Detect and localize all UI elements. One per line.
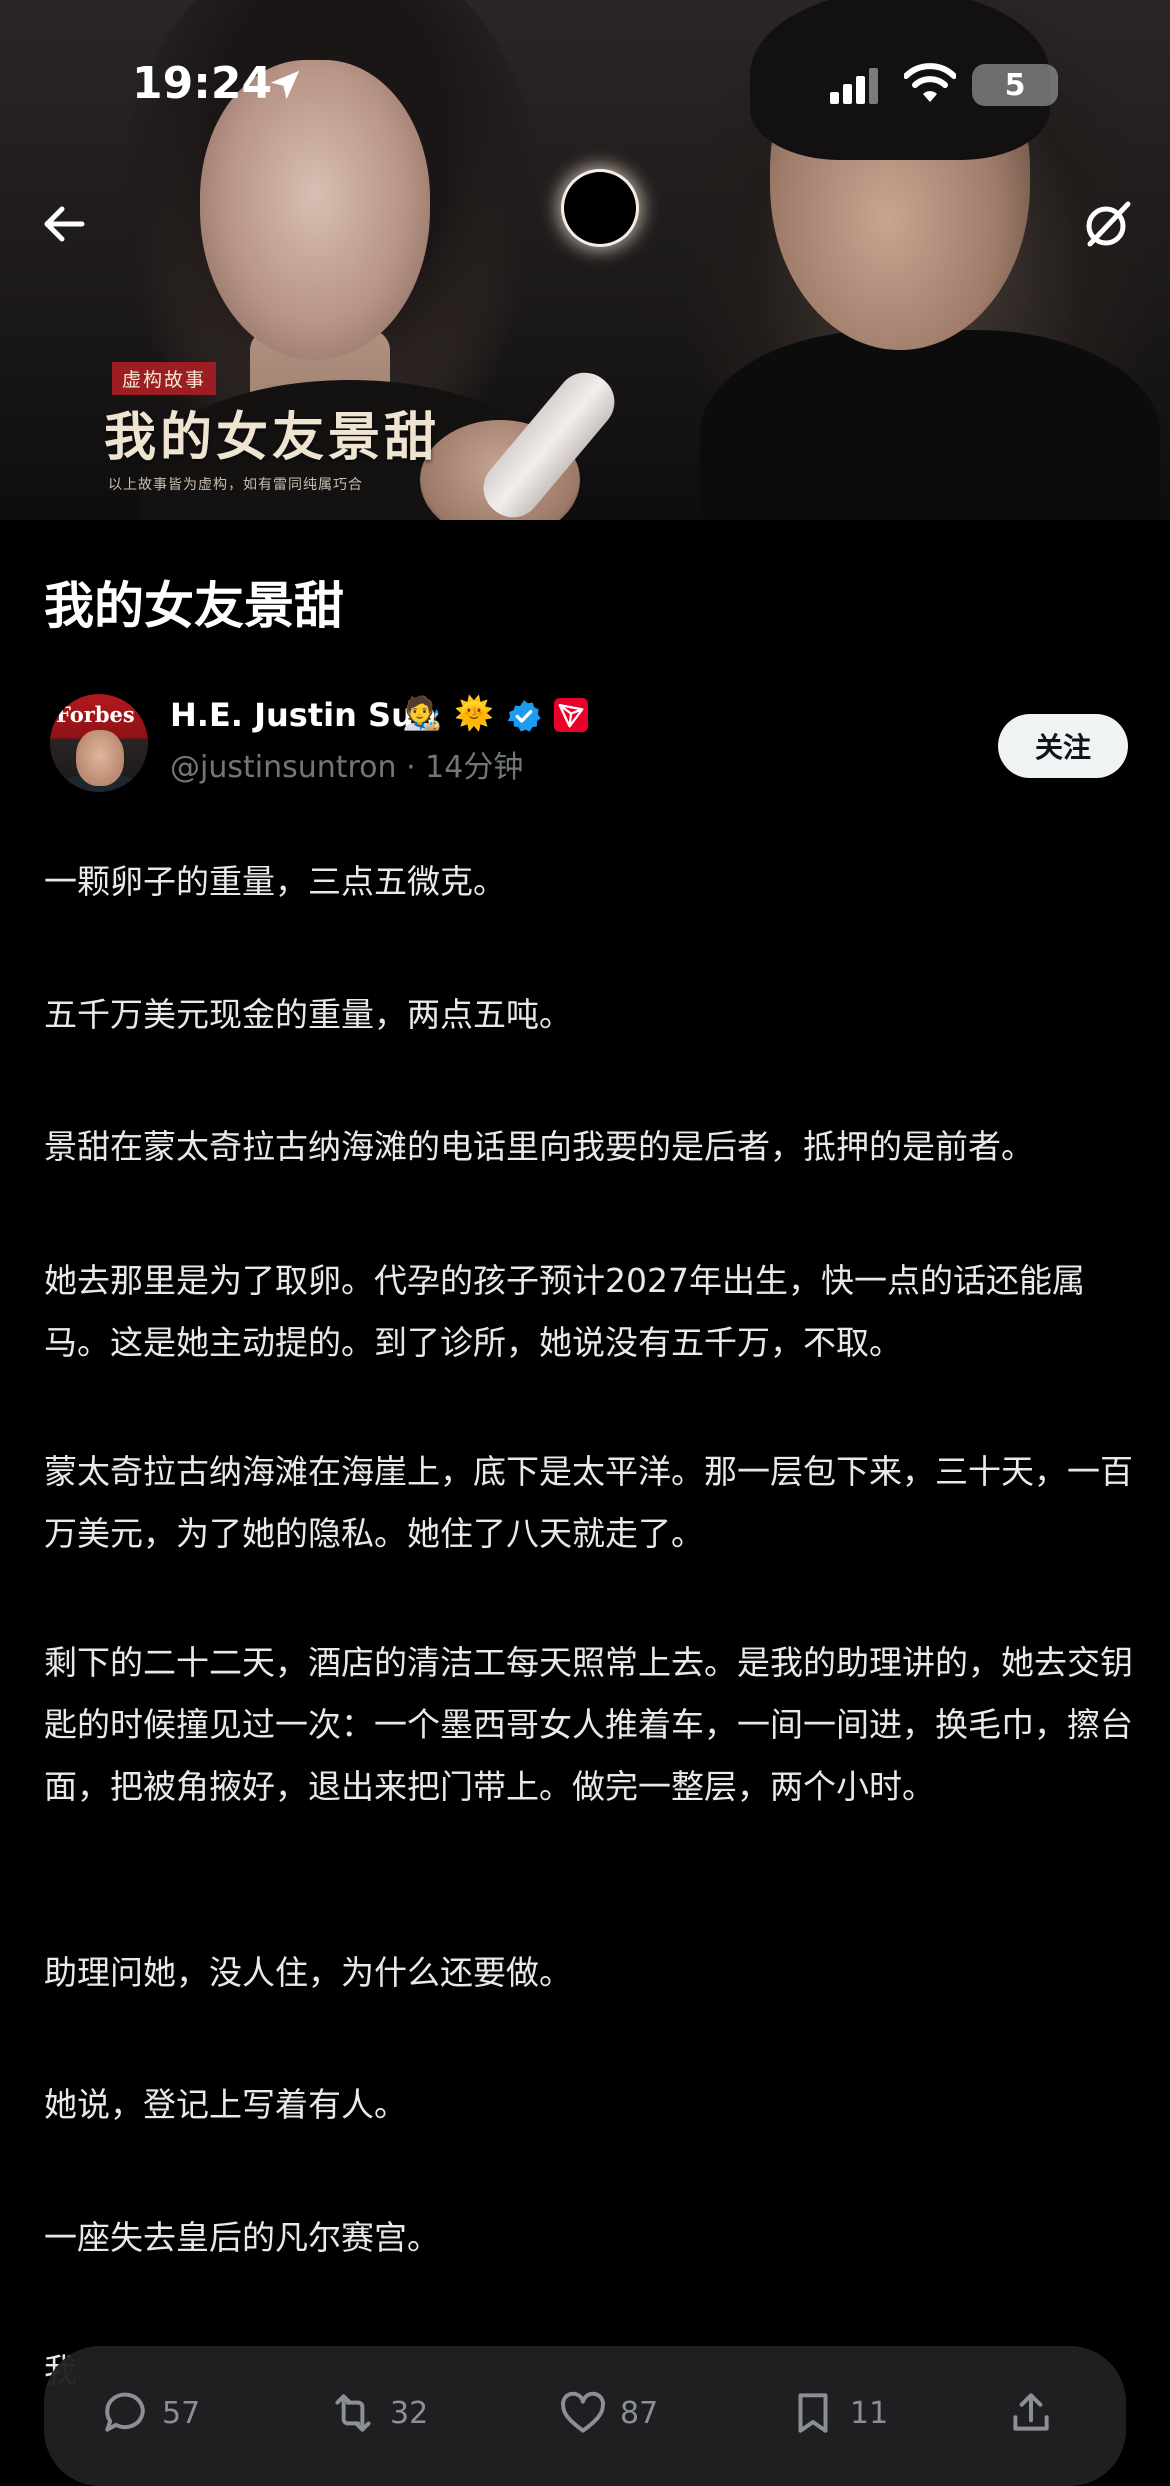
paragraph-1: 一颗卵子的重量，三点五微克。 bbox=[44, 862, 506, 901]
paragraph-2: 五千万美元现金的重量，两点五吨。 bbox=[44, 995, 572, 1034]
paragraph-8: 她说，登记上写着有人。 bbox=[44, 2085, 407, 2124]
like-button[interactable]: 87 bbox=[558, 2388, 658, 2438]
avatar[interactable]: Forbes bbox=[50, 694, 148, 792]
article-title: 我的女友景甜 bbox=[44, 577, 344, 635]
repost-icon bbox=[335, 2394, 371, 2432]
reply-icon bbox=[105, 2392, 145, 2432]
avatar-forbes-text: Forbes bbox=[56, 702, 135, 727]
sun-emoji: 🌞 bbox=[454, 694, 494, 732]
share-icon bbox=[1013, 2393, 1049, 2431]
author-name[interactable]: H.E. Justin Sun bbox=[170, 696, 437, 734]
eclipse-graphic bbox=[564, 172, 636, 244]
bookmark-count: 11 bbox=[850, 2395, 889, 2431]
poster-tag: 虚构故事 bbox=[112, 362, 217, 395]
battery-indicator: 5 bbox=[972, 64, 1058, 106]
poster-title: 我的女友景甜 bbox=[104, 407, 441, 468]
reply-count: 57 bbox=[162, 2395, 201, 2431]
paragraph-4: 她去那里是为了取卵。代孕的孩子预计2027年出生，快一点的话还能属马。这是她主动… bbox=[44, 1261, 1085, 1362]
paragraph-9: 一座失去皇后的凡尔赛宫。 bbox=[44, 2218, 440, 2257]
repost-count: 32 bbox=[390, 2395, 429, 2431]
hero-man-suit bbox=[700, 330, 1160, 520]
reply-button[interactable]: 57 bbox=[100, 2388, 200, 2438]
verified-badge-icon bbox=[507, 700, 541, 732]
tron-logo-icon bbox=[554, 698, 588, 732]
avatar-face bbox=[76, 730, 124, 786]
bookmark-button[interactable]: 11 bbox=[788, 2388, 888, 2438]
heart-icon bbox=[561, 2391, 605, 2433]
artist-emoji: 🧑‍🎨 bbox=[402, 694, 442, 732]
share-button[interactable] bbox=[1006, 2388, 1056, 2438]
paragraph-6: 剩下的二十二天，酒店的清洁工每天照常上去。是我的助理讲的，她去交钥匙的时候撞见过… bbox=[44, 1643, 1133, 1806]
paragraph-3: 景甜在蒙太奇拉古纳海滩的电话里向我要的是后者，抵押的是前者。 bbox=[44, 1127, 1034, 1166]
author-handle-time: @justinsuntron · 14分钟 bbox=[170, 750, 524, 785]
paragraph-5: 蒙太奇拉古纳海滩在海崖上，底下是太平洋。那一层包下来，三十天，一百万美元，为了她… bbox=[44, 1452, 1133, 1553]
like-count: 87 bbox=[620, 2395, 659, 2431]
bookmark-icon bbox=[798, 2393, 828, 2433]
repost-button[interactable]: 32 bbox=[328, 2388, 428, 2438]
status-time: 19:24 bbox=[132, 58, 273, 109]
back-arrow-icon[interactable] bbox=[36, 196, 92, 252]
wifi-icon bbox=[904, 63, 956, 102]
location-arrow-icon bbox=[270, 70, 300, 100]
paragraph-7: 助理问她，没人住，为什么还要做。 bbox=[44, 1953, 572, 1992]
poster-note: 以上故事皆为虚构，如有雷同纯属巧合 bbox=[108, 477, 363, 493]
grok-icon[interactable] bbox=[1080, 196, 1136, 252]
follow-button[interactable]: 关注 bbox=[998, 714, 1128, 778]
cellular-signal-icon bbox=[830, 68, 878, 104]
